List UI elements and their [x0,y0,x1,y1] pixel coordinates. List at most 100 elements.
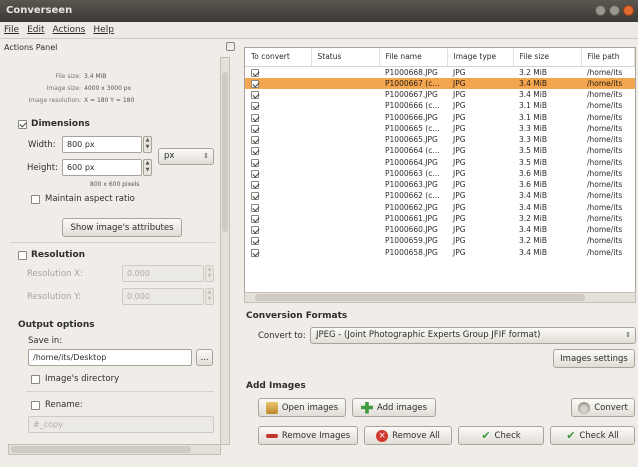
file-size-cell: 3.1 MiB [519,112,548,122]
save-path-field[interactable]: /home/its/Desktop [28,349,192,366]
browse-button[interactable]: ... [196,349,213,366]
status-cell [311,89,379,100]
table-row[interactable]: P1000665.JPG JPG 3.3 MiB/home/its [245,134,635,145]
col-file-path[interactable]: File path [581,48,635,67]
check-all-icon: ✔ [566,429,576,442]
remove-images-button[interactable]: Remove Images [258,426,358,445]
plus-icon [360,401,373,414]
table-row[interactable]: P1000665 (c... JPG 3.3 MiB/home/its [245,123,635,134]
menu-edit[interactable]: Edit [27,25,44,35]
row-checkbox[interactable] [251,192,259,201]
table-hscrollbar[interactable] [244,292,636,303]
minimize-icon[interactable] [595,5,606,16]
to-convert-cell [245,134,311,145]
row-checkbox[interactable] [251,169,259,178]
table-row[interactable]: P1000666 (c... JPG 3.1 MiB/home/its [245,100,635,111]
check-button[interactable]: ✔ Check [458,426,544,445]
aspect-ratio-checkbox[interactable] [31,195,40,204]
window-titlebar[interactable]: Converseen [0,0,638,22]
menu-actions[interactable]: Actions [53,25,86,35]
table-row[interactable]: P1000664 (c... JPG 3.5 MiB/home/its [245,145,635,156]
to-convert-cell [245,213,311,224]
table-row[interactable]: P1000662 (c... JPG 3.4 MiB/home/its [245,190,635,201]
rename-checkbox[interactable] [31,401,40,410]
status-cell [311,213,379,224]
minus-icon [265,433,278,438]
row-checkbox[interactable] [251,226,259,234]
row-checkbox[interactable] [251,79,259,88]
col-status[interactable]: Status [311,48,380,67]
image-directory-checkbox[interactable] [31,375,40,384]
file-size-cell: 3.1 MiB [519,101,548,111]
close-icon[interactable] [623,5,634,16]
row-checkbox[interactable] [251,203,259,212]
row-checkbox[interactable] [251,136,259,144]
col-file-name[interactable]: File name [379,48,448,67]
dimensions-summary: 800 x 600 pixels [90,181,140,188]
file-name-cell: P1000663.JPG [385,180,438,189]
remove-all-button[interactable]: × Remove All [364,426,452,445]
width-spinner[interactable]: ▲ ▼ [143,136,152,153]
file-path-cell: /home/its [587,191,623,201]
file-path-cell: /home/its [587,202,623,212]
row-checkbox[interactable] [251,147,259,156]
actions-panel-vscrollbar[interactable] [220,57,230,445]
row-checkbox[interactable] [251,181,259,189]
row-checkbox[interactable] [251,158,259,167]
table-row[interactable]: P1000661.JPG JPG 3.2 MiB/home/its [245,213,635,224]
row-checkbox[interactable] [251,124,259,133]
table-row[interactable]: P1000658.JPG JPG 3.4 MiB/home/its [245,247,635,258]
dimensions-checkbox[interactable] [18,120,27,129]
resolution-y-spinner[interactable]: ▲ ▼ [205,288,214,305]
col-image-type[interactable]: Image type [447,48,514,67]
menu-help[interactable]: Help [93,25,114,35]
to-convert-cell [245,157,311,168]
format-select[interactable]: JPEG - (Joint Photographic Experts Group… [310,327,636,344]
row-checkbox[interactable] [251,102,259,111]
table-row[interactable]: P1000667 (c... JPG 3.4 MiB/home/its [245,77,635,89]
open-images-button[interactable]: Open images [258,398,346,417]
add-images-label: Add Images [246,381,306,391]
hscroll-thumb[interactable] [11,446,191,453]
actions-panel-hscrollbar[interactable] [8,444,221,455]
rename-field[interactable]: #_copy [28,416,214,433]
table-row[interactable]: P1000660.JPG JPG 3.4 MiB/home/its [245,224,635,235]
resolution-checkbox[interactable] [18,251,27,260]
row-checkbox[interactable] [251,91,259,99]
row-checkbox[interactable] [251,237,259,246]
row-checkbox[interactable] [251,248,259,257]
show-attributes-button[interactable]: Show image's attributes [62,218,182,237]
maximize-icon[interactable] [609,5,620,16]
add-images-button[interactable]: Add images [352,398,436,417]
table-row[interactable]: P1000663 (c... JPG 3.6 MiB/home/its [245,168,635,179]
table-row[interactable]: P1000659.JPG JPG 3.2 MiB/home/its [245,235,635,246]
unit-select[interactable]: px ⇕ [158,148,214,165]
panel-float-icon[interactable] [226,42,235,51]
row-checkbox[interactable] [251,113,259,122]
menu-file[interactable]: File [4,25,19,35]
table-row[interactable]: P1000662.JPG JPG 3.4 MiB/home/its [245,202,635,213]
table-row[interactable]: P1000664.JPG JPG 3.5 MiB/home/its [245,157,635,168]
col-to-convert[interactable]: To convert [245,48,312,67]
table-row[interactable]: P1000663.JPG JPG 3.6 MiB/home/its [245,179,635,190]
col-file-size[interactable]: File size [513,48,582,67]
image-type-cell: JPG [453,168,466,178]
convert-button[interactable]: Convert [571,398,635,417]
row-checkbox[interactable] [251,68,259,77]
resolution-y-field[interactable]: 0.000 [122,288,204,305]
height-field[interactable]: 600 px [62,159,142,176]
check-all-button[interactable]: ✔ Check All [550,426,635,445]
table-hscroll-thumb[interactable] [255,294,585,301]
resolution-x-field[interactable]: 0.000 [122,265,204,282]
table-row[interactable]: P1000666.JPG JPG 3.1 MiB/home/its [245,112,635,123]
images-settings-button[interactable]: Images settings [553,349,635,368]
format-select-value: JPEG - (Joint Photographic Experts Group… [316,330,541,340]
width-field[interactable]: 800 px [62,136,142,153]
height-spinner[interactable]: ▲ ▼ [143,159,152,176]
menu-bar: File Edit Actions Help [0,22,638,39]
row-checkbox[interactable] [251,214,259,223]
table-row[interactable]: P1000668.JPG JPG 3.2 MiB/home/its [245,66,635,78]
vscroll-thumb[interactable] [222,72,228,232]
table-row[interactable]: P1000667.JPG JPG 3.4 MiB/home/its [245,89,635,100]
resolution-x-spinner[interactable]: ▲ ▼ [205,265,214,282]
